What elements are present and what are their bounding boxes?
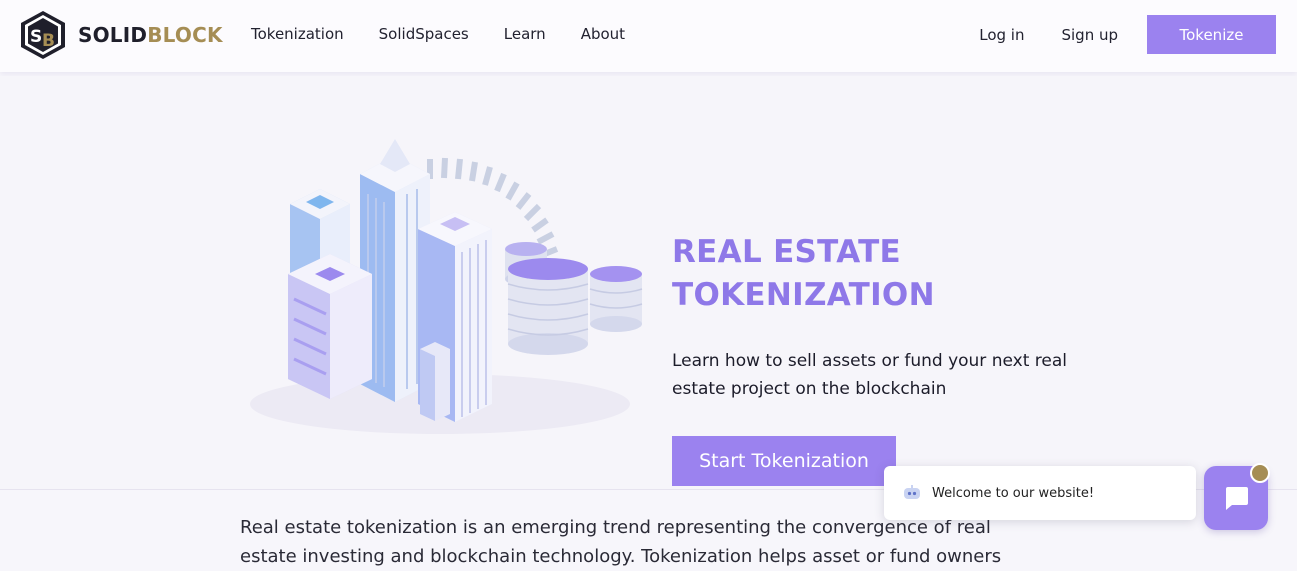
main-nav: Tokenization SolidSpaces Learn About: [251, 25, 660, 43]
hero-section: REAL ESTATE TOKENIZATION Learn how to se…: [0, 76, 1297, 489]
solidblock-logo-icon: S B: [21, 11, 65, 59]
brand-name-part2: BLOCK: [147, 23, 223, 47]
site-logo[interactable]: S B SOLIDBLOCK: [20, 10, 223, 60]
chatbot-icon: [904, 485, 920, 499]
intro-paragraph: Real estate tokenization is an emerging …: [240, 517, 1002, 567]
brand-name: SOLIDBLOCK: [78, 23, 223, 47]
chat-bubble-icon: [1226, 487, 1248, 510]
brand-name-part1: SOLID: [78, 23, 148, 47]
start-tokenization-button[interactable]: Start Tokenization: [672, 436, 896, 486]
buildings-coins-illustration: [250, 139, 643, 434]
hero-title: REAL ESTATE TOKENIZATION: [672, 231, 935, 317]
site-header: S B SOLIDBLOCK Tokenization SolidSpaces …: [0, 0, 1297, 72]
hero-title-line2: TOKENIZATION: [672, 277, 935, 313]
chat-welcome-popup[interactable]: Welcome to our website!: [884, 466, 1196, 520]
header-actions: Log in Sign up Tokenize: [979, 15, 1276, 54]
svg-text:S: S: [30, 27, 42, 47]
chat-welcome-message: Welcome to our website!: [932, 485, 1095, 501]
hero-subtitle: Learn how to sell assets or fund your ne…: [672, 351, 1067, 399]
nav-tokenization[interactable]: Tokenization: [251, 25, 344, 43]
nav-about[interactable]: About: [581, 25, 625, 43]
chat-notification-dot: [1250, 463, 1270, 483]
hero-title-line1: REAL ESTATE: [672, 234, 902, 270]
signup-link[interactable]: Sign up: [1061, 26, 1118, 44]
tokenize-button[interactable]: Tokenize: [1147, 15, 1276, 54]
login-link[interactable]: Log in: [979, 26, 1024, 44]
svg-text:B: B: [42, 31, 55, 51]
nav-learn[interactable]: Learn: [504, 25, 546, 43]
nav-solidspaces[interactable]: SolidSpaces: [379, 25, 469, 43]
